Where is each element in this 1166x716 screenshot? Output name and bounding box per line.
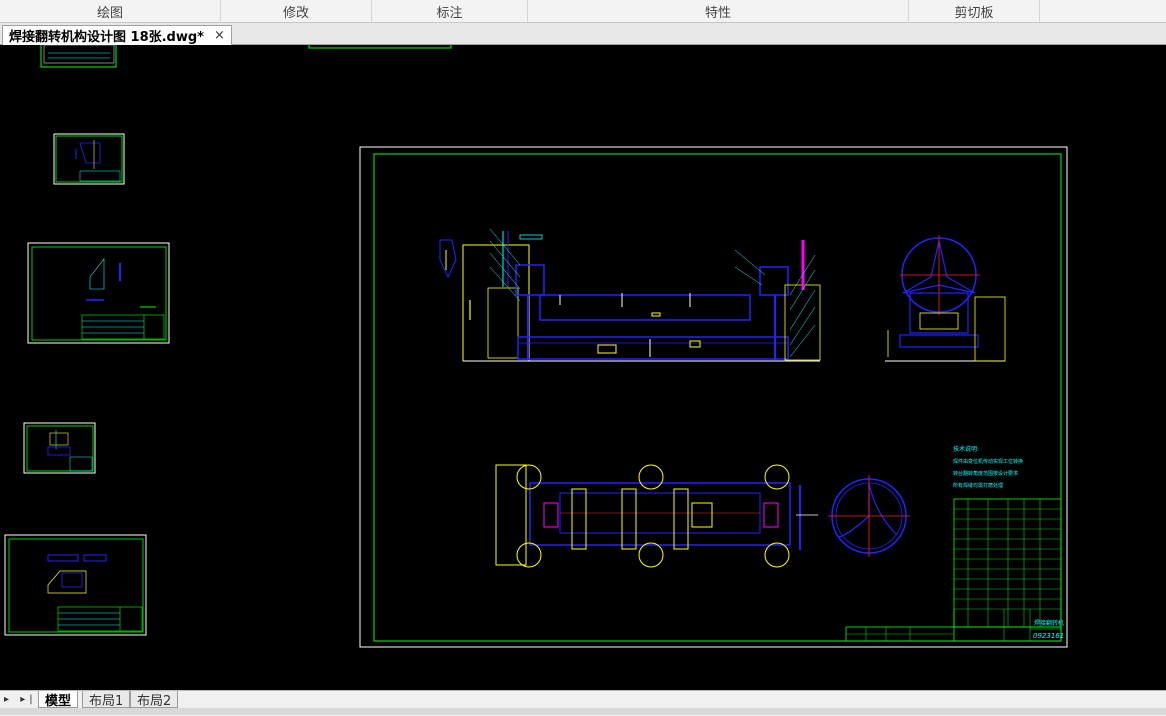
title-block-code: 0923161	[1033, 632, 1064, 640]
layout-nav-arrows[interactable]: ▸ ▸|	[4, 694, 37, 705]
close-icon[interactable]: ×	[214, 28, 225, 43]
cad-drawing: 技术说明: 焊件由变位机传动实现工位转换 转台翻转角度范围按设计要求 所有焊缝均…	[4, 45, 1068, 648]
tab-label: 模型	[45, 693, 72, 709]
sheet-thumbnail-1[interactable]	[40, 45, 117, 68]
sheet-thumbnail-4[interactable]	[23, 422, 96, 474]
horizontal-scrollbar[interactable]	[0, 708, 1166, 715]
ribbon-group-label: 修改	[282, 5, 309, 21]
ribbon-group-draw[interactable]: 绘图	[0, 0, 221, 22]
ribbon-group-clipboard[interactable]: 剪切板	[909, 0, 1040, 22]
document-tab-bar: 焊接翻转机构设计图 18张.dwg* ×	[0, 23, 1166, 45]
tab-layout-1[interactable]: 布局1	[82, 691, 131, 709]
ribbon-group-modify[interactable]: 修改	[221, 0, 372, 22]
tech-note-2: 转台翻转角度范围按设计要求	[953, 470, 1018, 477]
tab-label: 布局2	[137, 693, 172, 709]
ribbon-group-label: 标注	[436, 5, 463, 21]
model-space-canvas[interactable]: 技术说明: 焊件由变位机传动实现工位转换 转台翻转角度范围按设计要求 所有焊缝均…	[0, 45, 1166, 690]
title-block-name: 焊接翻转机	[1034, 619, 1064, 627]
ribbon-group-label: 剪切板	[954, 5, 994, 21]
document-tab-title: 焊接翻转机构设计图 18张.dwg*	[9, 30, 204, 45]
ribbon-group-dimension[interactable]: 标注	[372, 0, 528, 22]
sheet-thumbnail-top[interactable]	[308, 45, 452, 49]
tab-layout-2[interactable]: 布局2	[130, 691, 179, 709]
title-block: 焊接翻转机 0923161	[845, 609, 1064, 642]
ribbon-group-label: 特性	[704, 5, 731, 21]
sheet-thumbnail-2[interactable]	[53, 133, 125, 185]
document-tab[interactable]: 焊接翻转机构设计图 18张.dwg* ×	[2, 25, 232, 45]
plan-view	[495, 464, 818, 568]
tech-note-3: 所有焊缝均需打磨处理	[953, 482, 1003, 489]
main-drawing-sheet[interactable]: 技术说明: 焊件由变位机传动实现工位转换 转台翻转角度范围按设计要求 所有焊缝均…	[359, 146, 1068, 648]
tab-label: 布局1	[89, 693, 124, 709]
tech-note-1: 焊件由变位机传动实现工位转换	[953, 458, 1023, 465]
tab-model[interactable]: 模型	[38, 691, 79, 709]
parts-list	[953, 498, 1062, 628]
tech-notes-title: 技术说明:	[953, 445, 979, 453]
ribbon-group-label: 绘图	[96, 5, 123, 21]
front-view	[439, 228, 821, 362]
handwheel-detail	[828, 475, 910, 557]
ribbon-group-properties[interactable]: 特性	[528, 0, 909, 22]
ribbon-panel: 绘图 修改 标注 特性 剪切板	[0, 0, 1166, 23]
technical-notes: 技术说明: 焊件由变位机传动实现工位转换 转台翻转角度范围按设计要求 所有焊缝均…	[953, 445, 1023, 489]
side-view	[885, 235, 1006, 362]
sheet-thumbnail-3[interactable]	[27, 242, 170, 344]
sheet-thumbnail-5[interactable]	[4, 534, 147, 636]
